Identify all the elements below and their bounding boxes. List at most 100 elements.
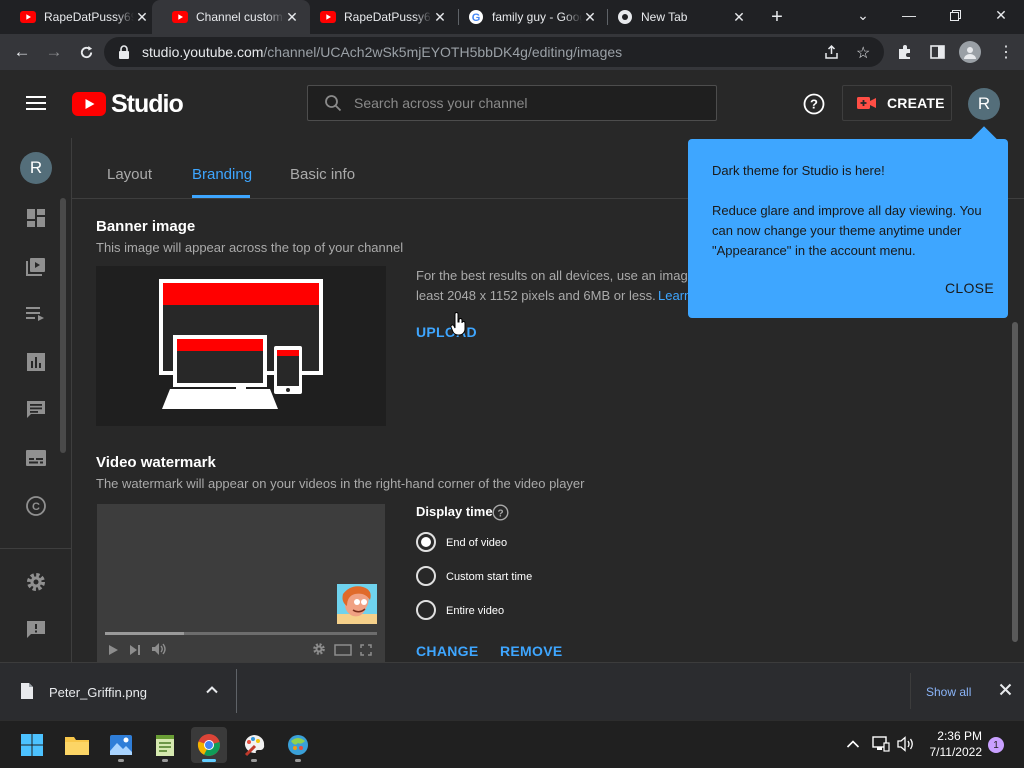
show-all-button[interactable]: Show all <box>926 685 971 699</box>
app-running-indicator <box>118 759 124 762</box>
address-bar[interactable]: studio.youtube.com/channel/UCAch2wSk5mjE… <box>104 37 884 67</box>
svg-text:?: ? <box>810 97 818 112</box>
banner-image-title: Banner image <box>96 218 196 235</box>
close-icon[interactable]: ✕ <box>582 9 598 26</box>
lock-icon <box>118 45 130 64</box>
subtitles-icon[interactable] <box>24 446 48 470</box>
photos-app-icon[interactable] <box>103 727 139 763</box>
banner-preview <box>96 266 386 426</box>
extensions-puzzle-icon[interactable] <box>897 44 913 65</box>
chrome-taskbar-icon[interactable] <box>191 727 227 763</box>
popup-close-button[interactable]: CLOSE <box>945 280 994 296</box>
send-feedback-icon[interactable] <box>24 618 48 642</box>
copyright-icon[interactable]: C <box>24 494 48 518</box>
account-avatar[interactable]: R <box>968 88 1000 120</box>
kebab-menu-icon[interactable]: ⋮ <box>998 42 1014 62</box>
minimize-icon[interactable]: — <box>886 0 932 30</box>
analytics-icon[interactable] <box>24 350 48 374</box>
tab-layout[interactable]: Layout <box>107 166 152 183</box>
channel-avatar[interactable]: R <box>20 152 52 184</box>
browser-tab-title: family guy - Google Search <box>492 10 582 24</box>
clock-time[interactable]: 2:36 PM <box>934 729 982 743</box>
app-running-indicator <box>251 759 257 762</box>
playlists-icon[interactable] <box>24 302 48 326</box>
profile-avatar-icon[interactable] <box>959 41 981 63</box>
forward-arrow-icon[interactable]: → <box>40 38 68 66</box>
radio-end-of-video[interactable] <box>416 532 436 552</box>
logo-text: Studio <box>111 89 184 118</box>
browser-tab-1[interactable]: RapeDatPussy69 ✕ <box>0 0 160 34</box>
radio-custom-start-time[interactable] <box>416 566 436 586</box>
close-icon[interactable]: ✕ <box>284 9 300 26</box>
back-arrow-icon[interactable]: ← <box>8 38 36 66</box>
player-progress-track[interactable] <box>105 632 377 635</box>
bookmark-star-icon[interactable]: ☆ <box>856 43 870 63</box>
side-panel-icon[interactable] <box>930 45 945 64</box>
tab-branding[interactable]: Branding <box>192 166 252 183</box>
close-icon[interactable]: ✕ <box>731 9 747 26</box>
browser-tab-2[interactable]: Channel customization ✕ <box>152 0 310 34</box>
chevron-up-icon[interactable] <box>846 737 860 755</box>
comments-icon[interactable] <box>24 398 48 422</box>
reload-icon[interactable] <box>72 38 100 66</box>
browser-tab-3[interactable]: RapeDatPussy69 ✕ <box>300 0 458 34</box>
tab-basic-info[interactable]: Basic info <box>290 166 355 183</box>
download-bar: Peter_Griffin.png Show all <box>0 662 1024 720</box>
network-icon[interactable] <box>872 736 890 757</box>
channel-search-box[interactable] <box>307 85 717 121</box>
new-tab-plus-icon[interactable]: + <box>766 7 788 29</box>
window-close-icon[interactable]: ✕ <box>978 0 1024 30</box>
notepad-app-icon[interactable] <box>147 727 183 763</box>
browser-tab-title: RapeDatPussy69 <box>44 10 134 24</box>
clock-date[interactable]: 7/11/2022 <box>926 745 983 759</box>
search-input[interactable] <box>354 86 704 120</box>
share-icon[interactable] <box>824 44 840 65</box>
video-watermark-subtitle: The watermark will appear on your videos… <box>96 476 585 491</box>
browser-toolbar: ← → studio.youtube.com/channel/UCAch2wSk… <box>0 34 1024 70</box>
notification-badge[interactable]: 1 <box>988 737 1004 753</box>
studio-logo[interactable]: Studio <box>72 89 184 118</box>
file-explorer-icon[interactable] <box>59 727 95 763</box>
browser-tab-5[interactable]: New Tab ✕ <box>597 0 757 34</box>
url-path: /channel/UCAch2wSk5mjEYOTH5bbDK4g/editin… <box>263 44 623 60</box>
banner-description-line2: least 2048 x 1152 pixels and 6MB or less… <box>416 288 656 303</box>
radio-label-entire-video: Entire video <box>446 605 505 617</box>
radio-entire-video[interactable] <box>416 600 436 620</box>
browser-tab-4[interactable]: G family guy - Google Search ✕ <box>448 0 608 34</box>
close-icon[interactable] <box>999 683 1012 701</box>
learn-more-link[interactable]: Learn <box>658 288 691 303</box>
dashboard-icon[interactable] <box>24 206 48 230</box>
settings-gear-icon <box>312 642 326 661</box>
close-icon[interactable]: ✕ <box>134 9 150 26</box>
display-time-help-icon[interactable]: ? <box>492 504 509 526</box>
close-icon[interactable]: ✕ <box>432 9 448 26</box>
settings-gear-icon[interactable] <box>24 570 48 594</box>
studio-header: Studio ? CREATE R <box>0 70 1024 138</box>
help-icon[interactable]: ? <box>803 93 825 120</box>
hand-cursor-icon <box>450 312 468 341</box>
paint-app-icon[interactable] <box>236 727 272 763</box>
radio-label-custom-start-time: Custom start time <box>446 571 533 583</box>
rail-scrollbar[interactable] <box>60 198 66 453</box>
content-icon[interactable] <box>24 254 48 278</box>
chevron-up-icon[interactable] <box>206 683 218 701</box>
url-text: studio.youtube.com/channel/UCAch2wSk5mjE… <box>142 44 622 60</box>
youtube-icon <box>20 9 36 25</box>
banner-image-subtitle: This image will appear across the top of… <box>96 240 404 255</box>
play-icon <box>107 643 119 661</box>
hamburger-menu-icon[interactable] <box>26 95 46 116</box>
watermark-remove-button[interactable]: REMOVE <box>500 643 562 659</box>
volume-speaker-icon[interactable] <box>897 736 915 757</box>
create-button[interactable]: CREATE <box>842 85 952 121</box>
download-filename[interactable]: Peter_Griffin.png <box>49 685 147 700</box>
tab-search-chevron-icon[interactable]: ⌄ <box>840 0 886 30</box>
download-divider <box>236 669 237 713</box>
main-scrollbar[interactable] <box>1012 322 1018 642</box>
device-preview-illustration <box>159 279 323 409</box>
create-button-label: CREATE <box>887 95 945 111</box>
youtube-logo-icon <box>72 92 106 116</box>
windows-start-icon[interactable] <box>14 727 50 763</box>
restore-icon[interactable] <box>932 0 978 30</box>
paint-3d-app-icon[interactable] <box>280 727 316 763</box>
watermark-change-button[interactable]: CHANGE <box>416 643 478 659</box>
